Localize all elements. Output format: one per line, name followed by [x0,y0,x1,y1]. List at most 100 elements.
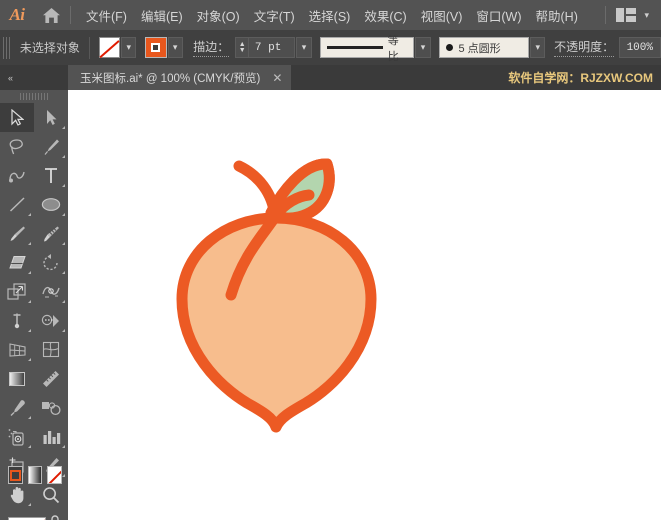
scale-tool[interactable] [0,277,34,306]
tool-flyout-corner-icon [28,271,31,274]
fill-chevron-down-icon[interactable]: ▾ [121,37,137,58]
tool-flyout-corner-icon [62,271,65,274]
workspace-chevron-down-icon[interactable]: ▾ [644,10,649,21]
blend-tool[interactable] [34,393,68,422]
tool-flyout-corner-icon [28,300,31,303]
tools-panel-grip[interactable] [0,90,68,103]
opacity-input[interactable]: 100% [618,37,661,58]
document-tab-bar: 玉米图标.ai* @ 100% (CMYK/预览) ✕ 软件自学网：RJZXW.… [68,65,661,90]
column-graph-tool[interactable] [34,422,68,451]
tool-flyout-corner-icon [28,213,31,216]
menu-bar-right: ▾ [605,6,661,24]
tool-flyout-corner-icon [62,213,65,216]
rotate-tool[interactable] [34,248,68,277]
home-icon[interactable] [34,0,68,30]
stroke-weight-label[interactable]: 描边： [193,38,230,57]
menu-effect[interactable]: 效果(C) [357,2,413,29]
blob-brush-tool[interactable] [34,219,68,248]
eyedropper-tool[interactable] [0,393,34,422]
line-segment-tool[interactable] [0,190,34,219]
tool-flyout-corner-icon [62,329,65,332]
menu-edit[interactable]: 编辑(E) [134,2,190,29]
pen-tool[interactable] [34,132,68,161]
curvature-tool[interactable] [0,161,34,190]
menu-help[interactable]: 帮助(H) [529,2,585,29]
tool-flyout-corner-icon [62,300,65,303]
stroke-color-swatch[interactable] [145,37,167,58]
document-tab-title: 玉米图标.ai* @ 100% (CMYK/预览) [80,72,261,85]
app-logo: Ai [9,5,25,24]
menu-window[interactable]: 窗口(W) [469,2,528,29]
selection-status-label: 未选择对象 [19,41,80,55]
document-tab[interactable]: 玉米图标.ai* @ 100% (CMYK/预览) ✕ [68,65,292,90]
gradient-tool[interactable] [0,364,34,393]
fill-stroke-controls [0,513,68,520]
control-bar-grip[interactable] [3,36,11,59]
menu-divider [70,6,71,24]
tool-flyout-corner-icon [62,184,65,187]
menu-type[interactable]: 文字(T) [247,2,302,29]
direct-selection-tool[interactable] [34,103,68,132]
tool-flyout-corner-icon [28,329,31,332]
free-transform-tool[interactable] [0,306,34,335]
type-tool[interactable] [34,161,68,190]
selection-tool[interactable] [0,103,34,132]
symbol-sprayer-tool[interactable] [0,422,34,451]
stroke-weight-stepper[interactable]: ▲ ▼ [235,37,248,58]
tools-panel [0,90,68,520]
tool-flyout-corner-icon [62,445,65,448]
ellipse-tool[interactable] [34,190,68,219]
menu-select[interactable]: 选择(S) [302,2,358,29]
tool-flyout-corner-icon [28,242,31,245]
paintbrush-tool[interactable] [0,219,34,248]
fill-color-swatch[interactable] [98,37,121,58]
tool-flyout-corner-icon [28,503,31,506]
brush-definition-select[interactable]: 5 点圆形 [439,37,530,58]
illustrator-window: Ai 文件(F) 编辑(E) 对象(O) 文字(T) 选择(S) 效果(C) 视… [0,0,661,520]
brush-chevron-down-icon[interactable]: ▾ [530,37,546,58]
tools-grid [0,103,68,509]
tool-flyout-corner-icon [62,474,65,477]
color-mode-bar [8,466,63,486]
stroke-weight-input[interactable]: 7 pt [247,37,296,58]
stroke-profile-chevron-down-icon[interactable]: ▾ [415,37,431,58]
close-icon[interactable]: ✕ [272,72,282,84]
brush-label: 5 点圆形 [458,42,501,55]
measure-tool[interactable] [34,364,68,393]
double-chevron-left-icon: « [8,72,13,83]
tool-flyout-corner-icon [28,358,31,361]
menu-divider-right [605,6,607,24]
tool-flyout-corner-icon [62,126,65,129]
gradient-mode-button[interactable] [27,466,43,484]
menu-file[interactable]: 文件(F) [79,2,134,29]
menu-view[interactable]: 视图(V) [414,2,470,29]
none-mode-button[interactable] [47,466,63,484]
perspective-grid-tool[interactable] [0,335,34,364]
menu-object[interactable]: 对象(O) [190,2,247,29]
watermark-text: 软件自学网：RJZXW.COM [508,71,653,85]
stroke-profile-preview-icon [327,46,383,49]
swap-fill-stroke-icon[interactable] [50,515,64,520]
tool-flyout-corner-icon [28,445,31,448]
artboard-canvas[interactable] [68,90,661,520]
brush-preview-icon [446,44,454,51]
peach-illustration[interactable] [163,135,393,440]
stroke-profile-label: 等比 [387,34,399,63]
panel-collapse-button[interactable]: « [0,65,68,90]
tool-flyout-corner-icon [62,155,65,158]
stroke-chevron-down-icon[interactable]: ▾ [167,37,183,58]
control-bar: 未选择对象 ▾ ▾ 描边： ▲ ▼ 7 pt ▾ 等比 ▾ 5 点圆形 ▾ 不透明… [0,30,661,65]
stroke-weight-chevron-down-icon[interactable]: ▾ [296,37,312,58]
opacity-label[interactable]: 不透明度： [554,38,615,57]
color-mode-button[interactable] [8,466,23,484]
stroke-profile-select[interactable]: 等比 [320,35,415,63]
control-divider-1 [88,36,90,59]
eraser-tool[interactable] [0,248,34,277]
mesh-tool[interactable] [34,335,68,364]
workspace-switcher-icon[interactable] [616,8,637,22]
lasso-tool[interactable] [0,132,34,161]
tool-flyout-corner-icon [62,242,65,245]
shape-builder-tool[interactable] [34,306,68,335]
width-tool[interactable] [34,277,68,306]
menu-bar: Ai 文件(F) 编辑(E) 对象(O) 文字(T) 选择(S) 效果(C) 视… [0,0,661,30]
